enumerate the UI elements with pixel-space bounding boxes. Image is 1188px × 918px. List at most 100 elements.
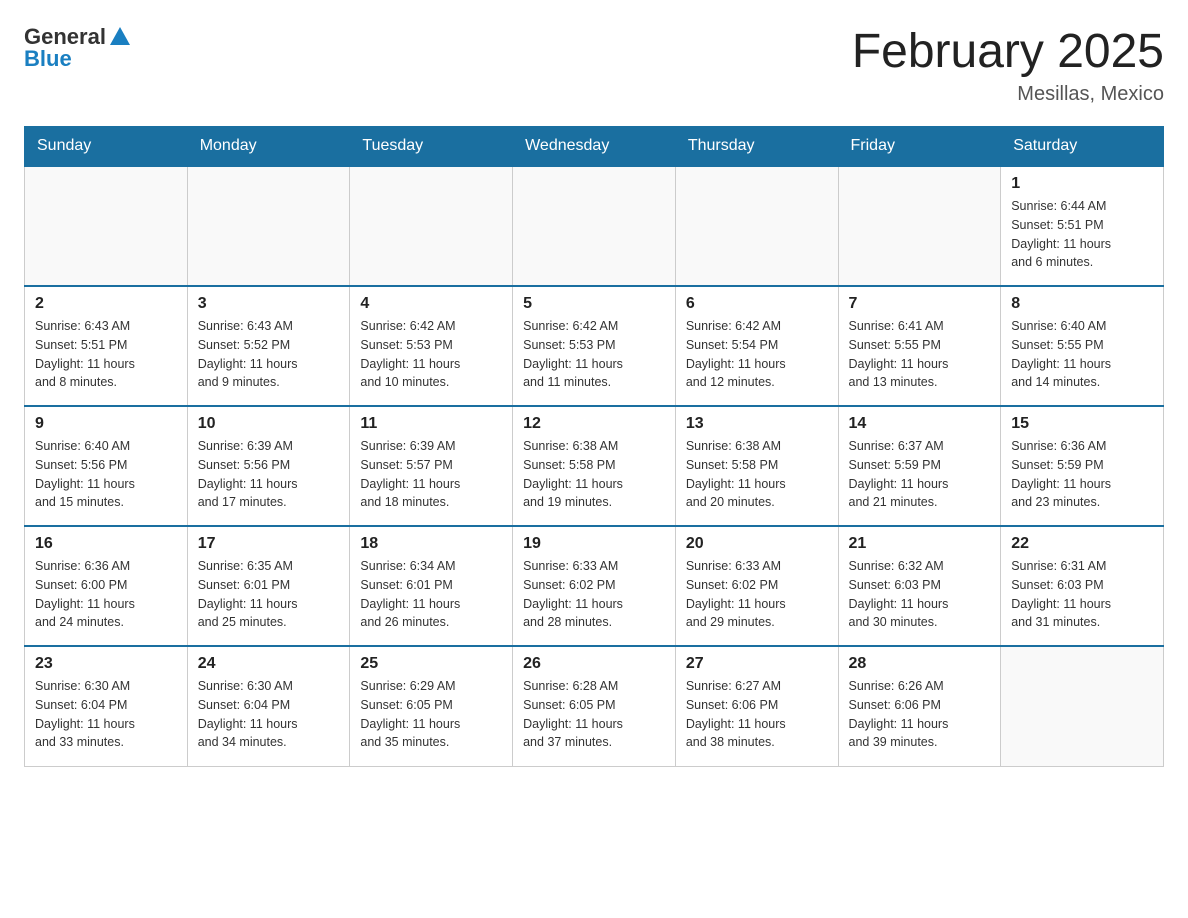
calendar-cell: 13 Sunrise: 6:38 AMSunset: 5:58 PMDayligh…	[675, 406, 838, 526]
weekday-header-saturday: Saturday	[1001, 127, 1164, 167]
day-info: Sunrise: 6:39 AMSunset: 5:57 PMDaylight:…	[360, 437, 502, 512]
day-number: 7	[849, 295, 991, 313]
day-number: 12	[523, 415, 665, 433]
calendar-cell: 28 Sunrise: 6:26 AMSunset: 6:06 PMDayligh…	[838, 646, 1001, 766]
calendar-cell: 23 Sunrise: 6:30 AMSunset: 6:04 PMDayligh…	[25, 646, 188, 766]
day-number: 18	[360, 535, 502, 553]
calendar-cell: 2 Sunrise: 6:43 AMSunset: 5:51 PMDaylight…	[25, 286, 188, 406]
calendar-cell: 12 Sunrise: 6:38 AMSunset: 5:58 PMDayligh…	[513, 406, 676, 526]
day-number: 16	[35, 535, 177, 553]
day-info: Sunrise: 6:35 AMSunset: 6:01 PMDaylight:…	[198, 557, 340, 632]
day-number: 15	[1011, 415, 1153, 433]
calendar-cell: 16 Sunrise: 6:36 AMSunset: 6:00 PMDayligh…	[25, 526, 188, 646]
calendar-cell: 26Sunrise: 6:28 AMSunset: 6:05 PMDayligh…	[513, 646, 676, 766]
day-info: Sunrise: 6:31 AMSunset: 6:03 PMDaylight:…	[1011, 557, 1153, 632]
calendar-cell: 14 Sunrise: 6:37 AMSunset: 5:59 PMDayligh…	[838, 406, 1001, 526]
calendar-cell: 8 Sunrise: 6:40 AMSunset: 5:55 PMDaylight…	[1001, 286, 1164, 406]
calendar-cell: 22 Sunrise: 6:31 AMSunset: 6:03 PMDayligh…	[1001, 526, 1164, 646]
day-info: Sunrise: 6:43 AMSunset: 5:52 PMDaylight:…	[198, 317, 340, 392]
day-number: 19	[523, 535, 665, 553]
day-number: 23	[35, 655, 177, 673]
weekday-header-thursday: Thursday	[675, 127, 838, 167]
day-number: 14	[849, 415, 991, 433]
location-label: Mesillas, Mexico	[852, 83, 1164, 106]
day-info: Sunrise: 6:29 AMSunset: 6:05 PMDaylight:…	[360, 677, 502, 752]
day-info: Sunrise: 6:42 AMSunset: 5:53 PMDaylight:…	[360, 317, 502, 392]
day-info: Sunrise: 6:27 AMSunset: 6:06 PMDaylight:…	[686, 677, 828, 752]
day-number: 27	[686, 655, 828, 673]
week-row-3: 9Sunrise: 6:40 AMSunset: 5:56 PMDaylight…	[25, 406, 1164, 526]
day-number: 28	[849, 655, 991, 673]
month-title: February 2025	[852, 24, 1164, 79]
day-info: Sunrise: 6:36 AMSunset: 6:00 PMDaylight:…	[35, 557, 177, 632]
day-info: Sunrise: 6:28 AMSunset: 6:05 PMDaylight:…	[523, 677, 665, 752]
day-number: 17	[198, 535, 340, 553]
week-row-1: 1 Sunrise: 6:44 AMSunset: 5:51 PMDaylight…	[25, 166, 1164, 286]
day-number: 1	[1011, 175, 1153, 193]
calendar-cell: 18 Sunrise: 6:34 AMSunset: 6:01 PMDayligh…	[350, 526, 513, 646]
calendar-cell	[675, 166, 838, 286]
weekday-header-tuesday: Tuesday	[350, 127, 513, 167]
day-number: 11	[360, 415, 502, 433]
logo-blue-text: Blue	[24, 46, 72, 72]
calendar-cell	[187, 166, 350, 286]
day-info: Sunrise: 6:40 AMSunset: 5:55 PMDaylight:…	[1011, 317, 1153, 392]
calendar-cell: 11 Sunrise: 6:39 AMSunset: 5:57 PMDayligh…	[350, 406, 513, 526]
calendar-cell: 19 Sunrise: 6:33 AMSunset: 6:02 PMDayligh…	[513, 526, 676, 646]
calendar-cell: 7 Sunrise: 6:41 AMSunset: 5:55 PMDaylight…	[838, 286, 1001, 406]
day-info: Sunrise: 6:33 AMSunset: 6:02 PMDaylight:…	[686, 557, 828, 632]
weekday-header-friday: Friday	[838, 127, 1001, 167]
day-number: 2	[35, 295, 177, 313]
calendar-cell: 1 Sunrise: 6:44 AMSunset: 5:51 PMDaylight…	[1001, 166, 1164, 286]
day-info: Sunrise: 6:42 AMSunset: 5:53 PMDaylight:…	[523, 317, 665, 392]
weekday-header-monday: Monday	[187, 127, 350, 167]
day-info: Sunrise: 6:34 AMSunset: 6:01 PMDaylight:…	[360, 557, 502, 632]
logo: General Blue	[24, 24, 130, 72]
day-info: Sunrise: 6:42 AMSunset: 5:54 PMDaylight:…	[686, 317, 828, 392]
logo-triangle-icon	[110, 27, 130, 45]
calendar-cell: 10 Sunrise: 6:39 AMSunset: 5:56 PMDayligh…	[187, 406, 350, 526]
day-number: 6	[686, 295, 828, 313]
title-section: February 2025 Mesillas, Mexico	[852, 24, 1164, 106]
day-info: Sunrise: 6:38 AMSunset: 5:58 PMDaylight:…	[686, 437, 828, 512]
day-number: 10	[198, 415, 340, 433]
day-number: 4	[360, 295, 502, 313]
calendar-cell: 9Sunrise: 6:40 AMSunset: 5:56 PMDaylight…	[25, 406, 188, 526]
week-row-2: 2 Sunrise: 6:43 AMSunset: 5:51 PMDaylight…	[25, 286, 1164, 406]
weekday-header-row: SundayMondayTuesdayWednesdayThursdayFrid…	[25, 127, 1164, 167]
calendar-cell	[1001, 646, 1164, 766]
calendar-cell: 20Sunrise: 6:33 AMSunset: 6:02 PMDayligh…	[675, 526, 838, 646]
day-info: Sunrise: 6:41 AMSunset: 5:55 PMDaylight:…	[849, 317, 991, 392]
calendar-cell: 3 Sunrise: 6:43 AMSunset: 5:52 PMDaylight…	[187, 286, 350, 406]
calendar-cell	[513, 166, 676, 286]
day-number: 21	[849, 535, 991, 553]
day-number: 22	[1011, 535, 1153, 553]
day-info: Sunrise: 6:33 AMSunset: 6:02 PMDaylight:…	[523, 557, 665, 632]
day-info: Sunrise: 6:38 AMSunset: 5:58 PMDaylight:…	[523, 437, 665, 512]
week-row-5: 23 Sunrise: 6:30 AMSunset: 6:04 PMDayligh…	[25, 646, 1164, 766]
day-info: Sunrise: 6:26 AMSunset: 6:06 PMDaylight:…	[849, 677, 991, 752]
calendar-cell: 4 Sunrise: 6:42 AMSunset: 5:53 PMDaylight…	[350, 286, 513, 406]
day-number: 13	[686, 415, 828, 433]
day-number: 8	[1011, 295, 1153, 313]
calendar-table: SundayMondayTuesdayWednesdayThursdayFrid…	[24, 126, 1164, 767]
calendar-cell: 17 Sunrise: 6:35 AMSunset: 6:01 PMDayligh…	[187, 526, 350, 646]
day-info: Sunrise: 6:44 AMSunset: 5:51 PMDaylight:…	[1011, 197, 1153, 272]
day-info: Sunrise: 6:30 AMSunset: 6:04 PMDaylight:…	[198, 677, 340, 752]
calendar-cell	[350, 166, 513, 286]
day-number: 5	[523, 295, 665, 313]
day-info: Sunrise: 6:30 AMSunset: 6:04 PMDaylight:…	[35, 677, 177, 752]
weekday-header-wednesday: Wednesday	[513, 127, 676, 167]
calendar-cell: 27 Sunrise: 6:27 AMSunset: 6:06 PMDayligh…	[675, 646, 838, 766]
day-number: 24	[198, 655, 340, 673]
day-number: 3	[198, 295, 340, 313]
day-number: 25	[360, 655, 502, 673]
day-number: 9	[35, 415, 177, 433]
calendar-cell: 24 Sunrise: 6:30 AMSunset: 6:04 PMDayligh…	[187, 646, 350, 766]
weekday-header-sunday: Sunday	[25, 127, 188, 167]
day-info: Sunrise: 6:39 AMSunset: 5:56 PMDaylight:…	[198, 437, 340, 512]
day-info: Sunrise: 6:43 AMSunset: 5:51 PMDaylight:…	[35, 317, 177, 392]
week-row-4: 16 Sunrise: 6:36 AMSunset: 6:00 PMDayligh…	[25, 526, 1164, 646]
day-info: Sunrise: 6:37 AMSunset: 5:59 PMDaylight:…	[849, 437, 991, 512]
calendar-cell	[838, 166, 1001, 286]
